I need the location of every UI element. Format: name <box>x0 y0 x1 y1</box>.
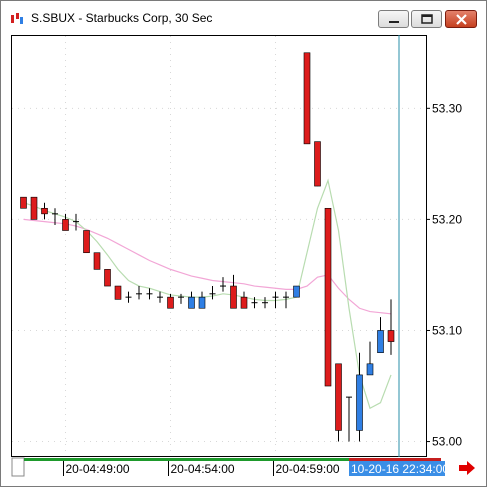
window-title: S.SBUX - Starbucks Corp, 30 Sec <box>31 11 213 25</box>
candle-body <box>188 296 195 309</box>
candle-body <box>366 363 374 376</box>
candle <box>314 141 321 187</box>
candle <box>83 230 90 254</box>
candle <box>324 207 332 387</box>
maximize-icon <box>421 14 433 24</box>
candle-body <box>114 285 122 300</box>
y-tick-label: 53.20 <box>432 212 462 226</box>
y-tick-label: 53.00 <box>432 435 462 449</box>
title-bar[interactable]: S.SBUX - Starbucks Corp, 30 Sec <box>1 1 486 35</box>
candle-body <box>83 230 90 254</box>
candle <box>104 269 111 287</box>
candle-body <box>324 207 332 387</box>
close-button[interactable] <box>445 10 477 28</box>
chart-window: S.SBUX - Starbucks Corp, 30 Sec 53.30 53.… <box>0 0 487 487</box>
close-icon <box>456 14 467 25</box>
minimize-button[interactable] <box>378 10 409 28</box>
candle-body <box>62 219 69 231</box>
candle <box>293 285 300 298</box>
candle-body <box>93 252 101 270</box>
candle-body <box>30 196 38 220</box>
candle-body <box>104 269 111 287</box>
candle-body <box>230 285 237 309</box>
candle <box>303 52 311 145</box>
candle-body <box>377 330 384 353</box>
chart-app-icon <box>11 13 23 24</box>
candle <box>114 285 122 300</box>
candle-body <box>387 330 395 342</box>
time-scrollbar-right[interactable] <box>349 458 441 461</box>
x-tick-label: 20-04:49:00 <box>66 462 130 476</box>
scroll-right-arrow-icon[interactable] <box>459 461 475 475</box>
candle-body <box>314 141 321 187</box>
maximize-button[interactable] <box>411 10 442 28</box>
candle-body <box>20 196 27 209</box>
candle <box>93 252 101 270</box>
candle <box>335 363 342 442</box>
candle-body <box>335 363 342 431</box>
x-axis: 20-04:49:00 20-04:54:00 20-04:59:00 <box>63 461 340 476</box>
candle <box>20 196 27 209</box>
minimize-icon <box>389 21 399 23</box>
candle-body <box>303 52 311 145</box>
candle-body <box>198 296 206 309</box>
x-tick-label: 20-04:59:00 <box>276 462 340 476</box>
candle-body <box>293 285 300 298</box>
candle-body <box>41 207 48 215</box>
scroll-thumb[interactable] <box>11 457 25 477</box>
price-chart[interactable]: 53.30 53.20 53.10 53.00 20-04:49:00 20-04:54… <box>11 35 478 481</box>
candle <box>30 196 38 220</box>
candle-body <box>356 374 363 431</box>
plot-frame <box>11 35 427 457</box>
y-tick-label: 53.30 <box>432 101 462 115</box>
candle-body <box>240 296 248 309</box>
candle-body <box>167 296 174 309</box>
y-axis: 53.30 53.20 53.10 53.00 <box>426 101 462 449</box>
time-scrollbar[interactable] <box>24 458 349 461</box>
y-tick-label: 53.10 <box>432 323 462 337</box>
cursor-time-label: 10-20-16 22:34:00 <box>351 462 449 476</box>
x-tick-label: 20-04:54:00 <box>171 462 235 476</box>
